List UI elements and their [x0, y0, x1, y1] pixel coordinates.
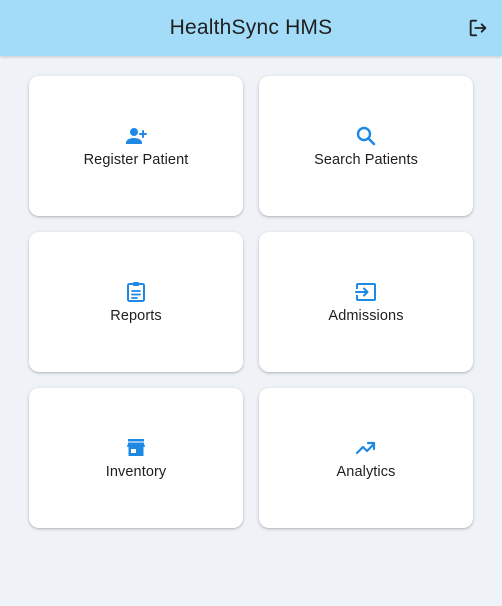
reports-card[interactable]: Reports	[29, 232, 243, 372]
inventory-card[interactable]: Inventory	[29, 388, 243, 528]
search-patients-card[interactable]: Search Patients	[259, 76, 473, 216]
card-label: Inventory	[105, 464, 167, 480]
trending-up-icon	[354, 436, 378, 460]
card-label: Search Patients	[314, 152, 418, 168]
admissions-card[interactable]: Admissions	[259, 232, 473, 372]
store-icon	[124, 436, 148, 460]
search-icon	[354, 124, 378, 148]
logout-button[interactable]	[462, 12, 494, 44]
dashboard-grid: Register Patient Search Patients Reports	[29, 76, 473, 528]
card-label: Register Patient	[83, 152, 189, 168]
app-title: HealthSync HMS	[169, 16, 333, 39]
logout-icon	[469, 19, 487, 37]
analytics-card[interactable]: Analytics	[259, 388, 473, 528]
clipboard-icon	[124, 280, 148, 304]
card-label: Analytics	[336, 464, 396, 480]
person-add-icon	[124, 124, 148, 148]
login-icon	[354, 280, 378, 304]
register-patient-card[interactable]: Register Patient	[29, 76, 243, 216]
app-bar: HealthSync HMS	[0, 0, 502, 56]
card-label: Admissions	[328, 308, 404, 324]
card-label: Reports	[110, 308, 162, 324]
